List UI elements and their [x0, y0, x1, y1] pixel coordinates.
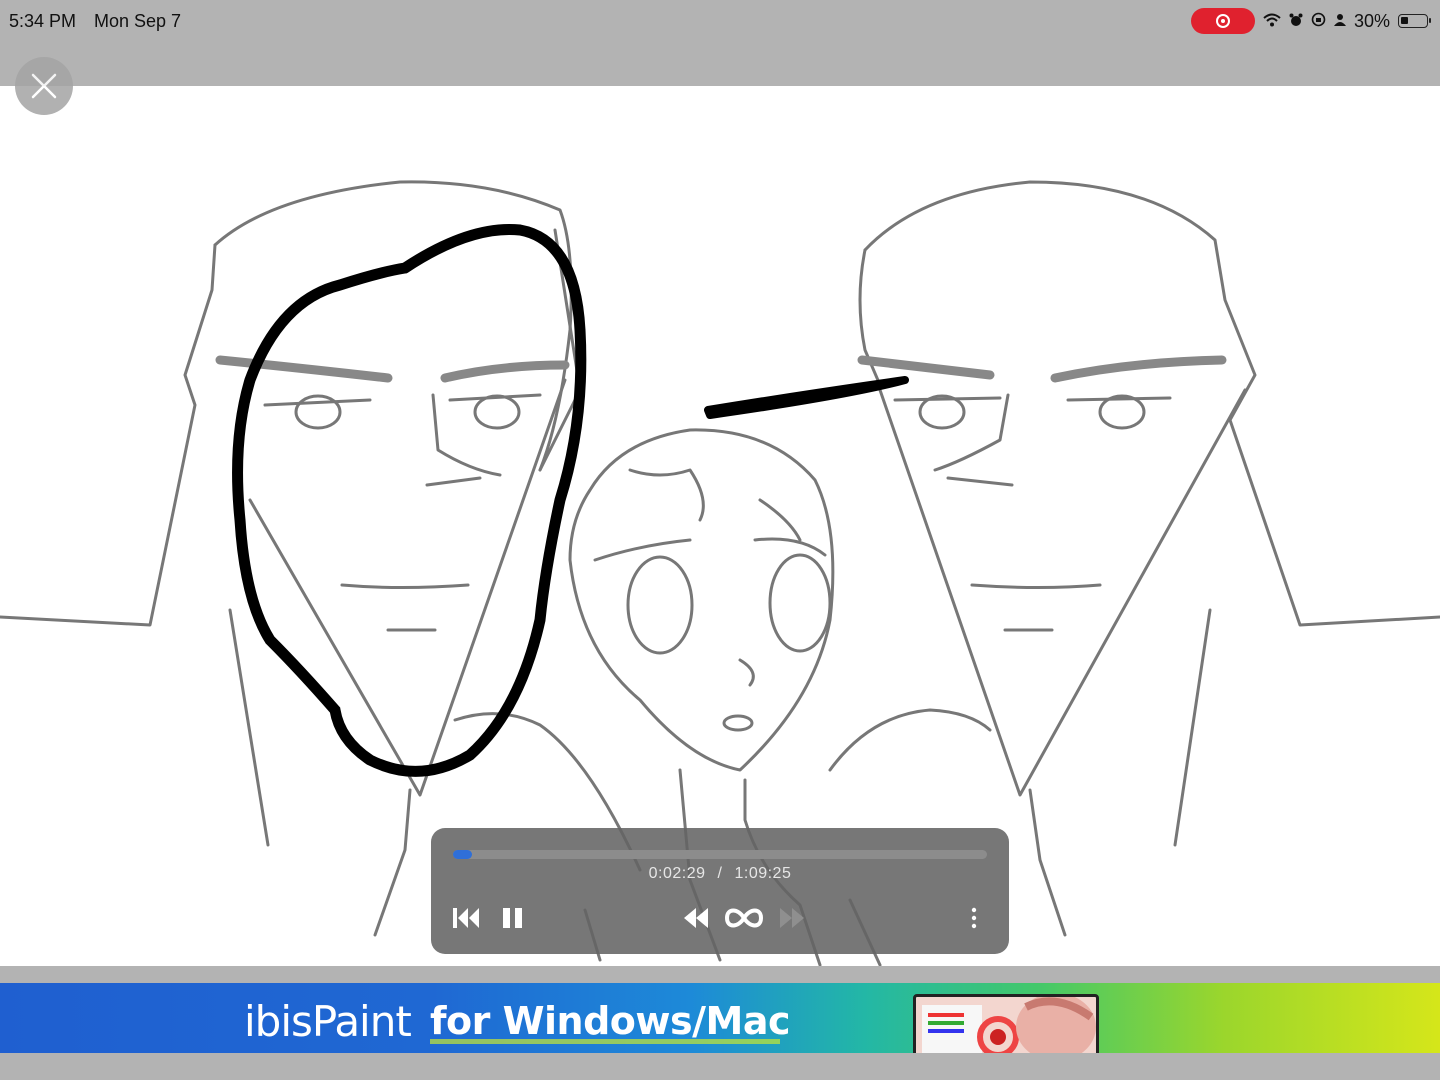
status-date: Mon Sep 7 [94, 11, 182, 31]
total-time: 1:09:25 [734, 865, 792, 882]
pause-icon [503, 908, 522, 928]
more-options-button[interactable] [967, 904, 981, 937]
fast-forward-icon [780, 908, 804, 928]
ad-banner[interactable]: ibisPaint for Windows/Mac [0, 983, 1440, 1053]
progress-fill [453, 850, 473, 859]
battery-percent: 30% [1353, 10, 1390, 31]
battery-icon [1398, 14, 1431, 28]
status-icons: 30% [1190, 8, 1431, 34]
rewind-button[interactable] [681, 904, 711, 937]
close-icon [31, 73, 57, 99]
fast-forward-button[interactable] [777, 904, 807, 937]
bottom-strip [0, 1053, 1440, 1080]
person-icon [1333, 13, 1346, 30]
ad-app-screenshot [913, 994, 1099, 1053]
status-time: 5:34 PM [9, 11, 77, 31]
current-time: 0:02:29 [648, 865, 706, 882]
close-button[interactable] [15, 57, 73, 115]
battery-fill [1401, 17, 1408, 24]
playback-controls: 0:02:29 / 1:09:25 [431, 828, 1009, 954]
alarm-icon [1289, 13, 1303, 30]
rewind-icon [684, 908, 708, 928]
more-icon [971, 907, 977, 929]
wifi-icon [1263, 13, 1281, 30]
skip-to-start-button[interactable] [451, 904, 481, 937]
screen-record-icon [1215, 14, 1230, 28]
screen-record-indicator[interactable] [1190, 8, 1255, 34]
time-separator: / [717, 865, 723, 882]
orientation-lock-icon [1311, 12, 1326, 30]
loop-icon [724, 908, 764, 928]
skip-to-start-icon [453, 908, 479, 928]
progress-slider[interactable] [453, 850, 987, 859]
ad-tagline: for Windows/Mac [430, 999, 791, 1043]
time-display: 0:02:29 / 1:09:25 [431, 865, 1009, 883]
pause-button[interactable] [500, 904, 526, 937]
ad-brand-logo: ibisPaint [244, 997, 412, 1046]
status-bar: 5:34 PM Mon Sep 7 30% [0, 0, 1440, 42]
loop-button[interactable] [724, 904, 764, 937]
